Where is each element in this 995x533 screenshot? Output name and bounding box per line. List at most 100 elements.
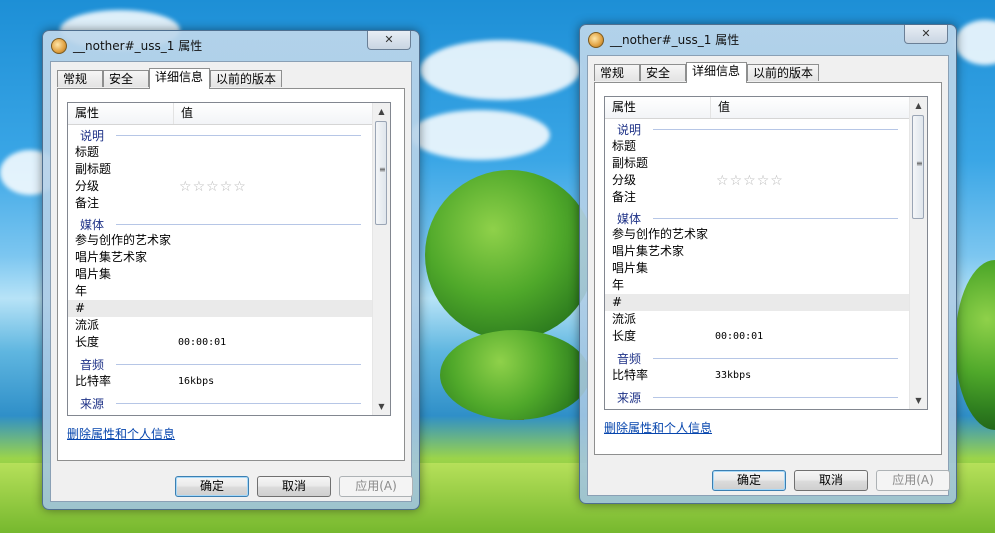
tab-previous-versions[interactable]: 以前的版本	[210, 70, 282, 87]
title-bar[interactable]: __nother#_uss_1 属性 ✕	[43, 31, 419, 59]
list-item[interactable]: 参与创作的艺术家	[68, 232, 373, 249]
tab-details[interactable]: 详细信息	[149, 68, 210, 89]
property-name: 副标题	[75, 162, 112, 176]
column-header-value[interactable]: 值	[711, 97, 910, 118]
property-list[interactable]: 属性 值 说明 标题 副标题 分级 ☆☆☆☆☆ 备注 媒体 参与创作的艺术家 唱…	[67, 102, 391, 416]
list-item[interactable]: 长度 00:00:01	[605, 328, 910, 345]
window-title: __nother#_uss_1 属性	[610, 33, 740, 47]
star-icon[interactable]: ☆	[716, 173, 730, 189]
close-button[interactable]: ✕	[367, 31, 411, 50]
cancel-button[interactable]: 取消	[257, 476, 331, 497]
group-media: 媒体	[605, 208, 910, 226]
title-bar[interactable]: __nother#_uss_1 属性 ✕	[580, 25, 956, 53]
tab-security[interactable]: 安全	[640, 64, 686, 81]
rating-stars[interactable]: ☆☆☆☆☆	[716, 173, 784, 190]
close-icon: ✕	[921, 27, 931, 40]
list-item[interactable]: 唱片集	[68, 266, 373, 283]
cloud	[420, 40, 580, 100]
list-item[interactable]: 标题	[605, 138, 910, 155]
list-item[interactable]: 副标题	[68, 161, 373, 178]
list-item[interactable]: 分级 ☆☆☆☆☆	[605, 172, 910, 189]
star-icon[interactable]: ☆	[757, 173, 771, 189]
star-icon[interactable]: ☆	[233, 179, 247, 195]
apply-button[interactable]: 应用(A)	[876, 470, 950, 491]
list-item[interactable]: 唱片集	[605, 260, 910, 277]
ok-button[interactable]: 确定	[175, 476, 249, 497]
scroll-up-button[interactable]: ▲	[910, 97, 927, 114]
cancel-button[interactable]: 取消	[794, 470, 868, 491]
property-name: 流派	[75, 318, 100, 332]
list-item[interactable]: 标题	[68, 144, 373, 161]
list-item[interactable]: 唱片集艺术家	[68, 249, 373, 266]
details-panel: 属性 值 说明 标题 副标题 分级 ☆☆☆☆☆ 备注 媒体 参与创作的艺术家 唱…	[57, 88, 405, 461]
list-item[interactable]: 分级 ☆☆☆☆☆	[68, 178, 373, 195]
list-item[interactable]: 比特率 16kbps	[68, 373, 373, 390]
column-header-property[interactable]: 属性	[68, 103, 174, 124]
list-item[interactable]: 年	[605, 277, 910, 294]
property-name: 参与创作的艺术家	[75, 233, 172, 247]
property-name: 分级	[612, 173, 637, 187]
property-name: 唱片集艺术家	[612, 244, 685, 258]
list-item[interactable]: 比特率 33kbps	[605, 367, 910, 384]
property-name: 比特率	[75, 374, 112, 388]
apply-button[interactable]: 应用(A)	[339, 476, 413, 497]
list-rows: 说明 标题 副标题 分级 ☆☆☆☆☆ 备注 媒体 参与创作的艺术家 唱片集艺术家…	[605, 119, 910, 409]
tab-general[interactable]: 常规	[57, 70, 103, 87]
scroll-thumb[interactable]: ≡	[375, 121, 387, 225]
vertical-scrollbar[interactable]: ▲ ≡ ▼	[909, 97, 927, 409]
scroll-up-button[interactable]: ▲	[373, 103, 390, 120]
list-item[interactable]: 备注	[68, 195, 373, 212]
list-item-selected[interactable]: #	[68, 300, 373, 317]
ok-button[interactable]: 确定	[712, 470, 786, 491]
list-item[interactable]: 年	[68, 283, 373, 300]
grip-icon: ≡	[379, 165, 386, 174]
remove-properties-link[interactable]: 删除属性和个人信息	[67, 425, 175, 442]
tab-general[interactable]: 常规	[594, 64, 640, 81]
column-header-property[interactable]: 属性	[605, 97, 711, 118]
star-icon[interactable]: ☆	[179, 179, 193, 195]
list-item[interactable]: 备注	[605, 189, 910, 206]
remove-properties-link[interactable]: 删除属性和个人信息	[604, 419, 712, 436]
property-name: 比特率	[612, 368, 649, 382]
property-list[interactable]: 属性 值 说明 标题 副标题 分级 ☆☆☆☆☆ 备注 媒体 参与创作的艺术家 唱…	[604, 96, 928, 410]
group-label: 来源	[617, 391, 642, 405]
tab-security[interactable]: 安全	[103, 70, 149, 87]
group-line	[653, 397, 898, 398]
group-label: 媒体	[617, 212, 642, 226]
group-line	[653, 129, 898, 130]
property-name: 长度	[612, 329, 637, 343]
list-item[interactable]: 长度 00:00:01	[68, 334, 373, 351]
tab-details[interactable]: 详细信息	[686, 62, 747, 83]
list-item-selected[interactable]: #	[605, 294, 910, 311]
property-value: 33kbps	[715, 370, 752, 381]
star-icon[interactable]: ☆	[770, 173, 784, 189]
list-rows: 说明 标题 副标题 分级 ☆☆☆☆☆ 备注 媒体 参与创作的艺术家 唱片集艺术家…	[68, 125, 373, 415]
star-icon[interactable]: ☆	[206, 179, 220, 195]
rating-stars[interactable]: ☆☆☆☆☆	[179, 179, 247, 196]
vertical-scrollbar[interactable]: ▲ ≡ ▼	[372, 103, 390, 415]
star-icon[interactable]: ☆	[220, 179, 234, 195]
scroll-down-button[interactable]: ▼	[373, 398, 390, 415]
list-item[interactable]: 参与创作的艺术家	[605, 226, 910, 243]
property-name: 长度	[75, 335, 100, 349]
property-name: 参与创作的艺术家	[612, 227, 709, 241]
properties-dialog: __nother#_uss_1 属性 ✕ 常规 安全 详细信息 以前的版本 属性…	[42, 30, 420, 510]
tab-previous-versions[interactable]: 以前的版本	[747, 64, 819, 81]
list-item[interactable]: 流派	[68, 317, 373, 334]
property-name: 标题	[75, 145, 100, 159]
column-header-value[interactable]: 值	[174, 103, 373, 124]
group-media: 媒体	[68, 214, 373, 232]
list-item[interactable]: 副标题	[605, 155, 910, 172]
property-name: 唱片集	[75, 267, 112, 281]
scroll-thumb[interactable]: ≡	[912, 115, 924, 219]
star-icon[interactable]: ☆	[743, 173, 757, 189]
list-item[interactable]: 流派	[605, 311, 910, 328]
star-icon[interactable]: ☆	[193, 179, 207, 195]
audio-file-icon	[51, 38, 67, 54]
close-button[interactable]: ✕	[904, 25, 948, 44]
group-label: 媒体	[80, 218, 105, 232]
star-icon[interactable]: ☆	[730, 173, 744, 189]
scroll-down-button[interactable]: ▼	[910, 392, 927, 409]
list-item[interactable]: 唱片集艺术家	[605, 243, 910, 260]
property-value: 00:00:01	[715, 331, 764, 342]
